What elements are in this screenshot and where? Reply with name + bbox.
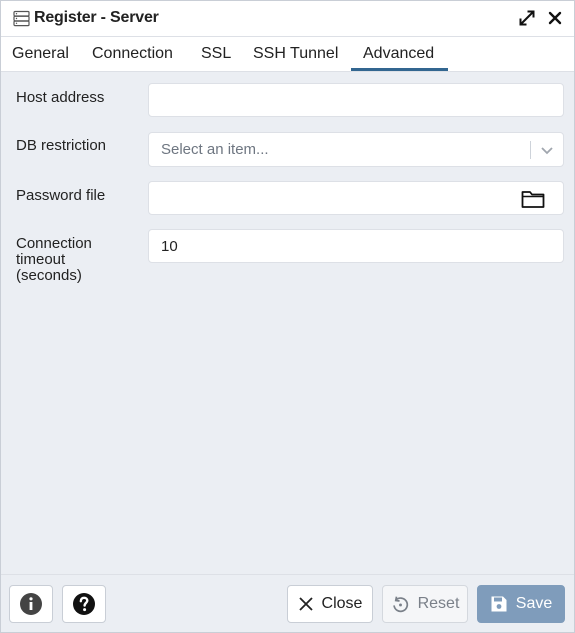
connection-timeout-input[interactable]: 10 (148, 229, 564, 263)
tab-ssl[interactable]: SSL (201, 45, 231, 63)
register-server-dialog: Register - Server General Connection SSL… (0, 0, 575, 633)
db-restriction-select[interactable]: Select an item... (148, 132, 564, 167)
active-tab-indicator (351, 68, 448, 71)
dialog-footer: Close Reset Save (1, 574, 574, 632)
reset-icon (392, 596, 408, 612)
chevron-down-icon[interactable] (540, 143, 554, 157)
save-button[interactable]: Save (477, 585, 565, 623)
server-icon (13, 10, 30, 27)
info-icon (20, 593, 42, 615)
close-icon[interactable] (546, 9, 564, 27)
db-restriction-placeholder: Select an item... (161, 141, 269, 158)
close-button-label: Close (321, 595, 363, 612)
dialog-title: Register - Server (34, 9, 159, 26)
expand-icon[interactable] (518, 9, 536, 27)
save-button-label: Save (515, 595, 553, 612)
tab-advanced[interactable]: Advanced (363, 45, 434, 63)
host-address-input[interactable] (148, 83, 564, 117)
password-file-input[interactable] (148, 181, 564, 215)
host-address-label: Host address (16, 89, 105, 106)
dialog-titlebar: Register - Server (1, 1, 574, 37)
tab-general[interactable]: General (12, 45, 69, 63)
tab-bar: General Connection SSL SSH Tunnel Advanc… (1, 37, 574, 72)
connection-timeout-label-line: timeout (16, 251, 66, 268)
tab-connection[interactable]: Connection (92, 45, 173, 63)
folder-icon[interactable] (521, 189, 545, 209)
password-file-label: Password file (16, 187, 106, 204)
select-separator (530, 141, 531, 159)
tab-ssh-tunnel[interactable]: SSH Tunnel (253, 45, 338, 63)
reset-button[interactable]: Reset (382, 585, 468, 623)
close-icon (298, 597, 313, 611)
close-button[interactable]: Close (287, 585, 373, 623)
connection-timeout-label-line: (seconds) (16, 267, 82, 284)
save-icon (491, 596, 507, 612)
info-button[interactable] (9, 585, 53, 623)
connection-timeout-label-line: Connection (16, 235, 92, 252)
connection-timeout-label: Connection timeout (seconds) (16, 236, 92, 284)
question-icon (73, 593, 95, 615)
help-button[interactable] (62, 585, 106, 623)
db-restriction-label: DB restriction (16, 137, 107, 154)
reset-button-label: Reset (417, 595, 460, 612)
